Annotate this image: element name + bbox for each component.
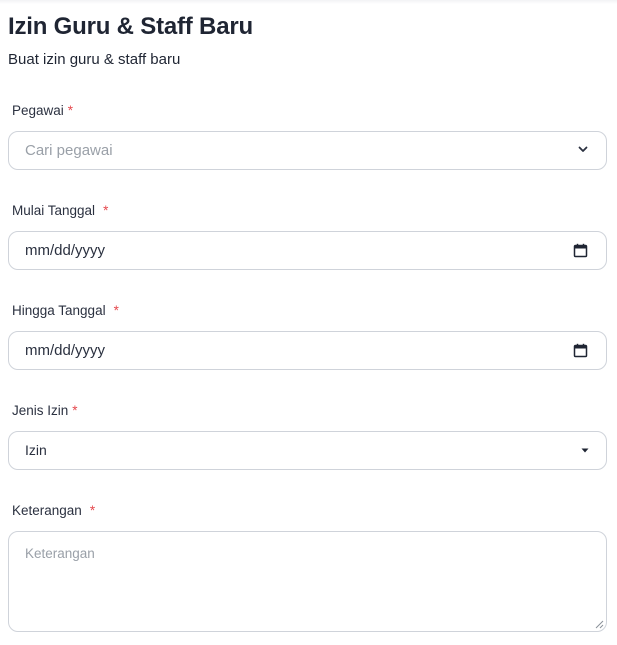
required-mark: *: [113, 303, 119, 318]
calendar-icon[interactable]: [573, 243, 588, 258]
leave-type-selected-value: Izin: [25, 442, 47, 458]
page-title: Izin Guru & Staff Baru: [8, 13, 253, 40]
leave-type-select[interactable]: Izin: [8, 431, 607, 470]
start-date-input-placeholder: mm/dd/yyyy: [25, 242, 106, 259]
caret-down-icon: [581, 448, 589, 453]
notes-label-text: Keterangan: [12, 503, 82, 518]
top-shade: [0, 0, 617, 4]
required-mark: *: [72, 403, 78, 418]
resize-handle-icon[interactable]: [595, 620, 604, 629]
notes-label: Keterangan *: [12, 502, 95, 520]
chevron-down-icon: [578, 146, 588, 152]
required-mark: *: [67, 103, 74, 118]
calendar-icon[interactable]: [573, 343, 588, 358]
start-date-label-text: Mulai Tanggal: [12, 203, 96, 218]
leave-type-label: Jenis Izin *: [12, 402, 78, 420]
required-mark: *: [103, 203, 109, 218]
end-date-label-text: Hingga Tanggal: [12, 303, 106, 318]
employee-label-text: Pegawai: [12, 103, 64, 118]
notes-textarea[interactable]: Keterangan: [8, 531, 607, 632]
start-date-input[interactable]: mm/dd/yyyy: [8, 231, 607, 270]
leave-form-page: Izin Guru & Staff Baru Buat izin guru & …: [0, 0, 617, 645]
employee-select-placeholder: Cari pegawai: [25, 142, 113, 159]
end-date-input[interactable]: mm/dd/yyyy: [8, 331, 607, 370]
employee-label: Pegawai *: [12, 102, 73, 120]
required-mark: *: [89, 503, 96, 518]
employee-select[interactable]: Cari pegawai: [8, 131, 607, 170]
end-date-input-placeholder: mm/dd/yyyy: [25, 342, 106, 359]
notes-textarea-placeholder: Keterangan: [25, 546, 95, 561]
leave-type-label-text: Jenis Izin: [12, 403, 69, 418]
page-subtitle: Buat izin guru & staff baru: [8, 51, 181, 68]
start-date-label: Mulai Tanggal *: [12, 202, 108, 220]
end-date-label: Hingga Tanggal *: [12, 302, 119, 320]
